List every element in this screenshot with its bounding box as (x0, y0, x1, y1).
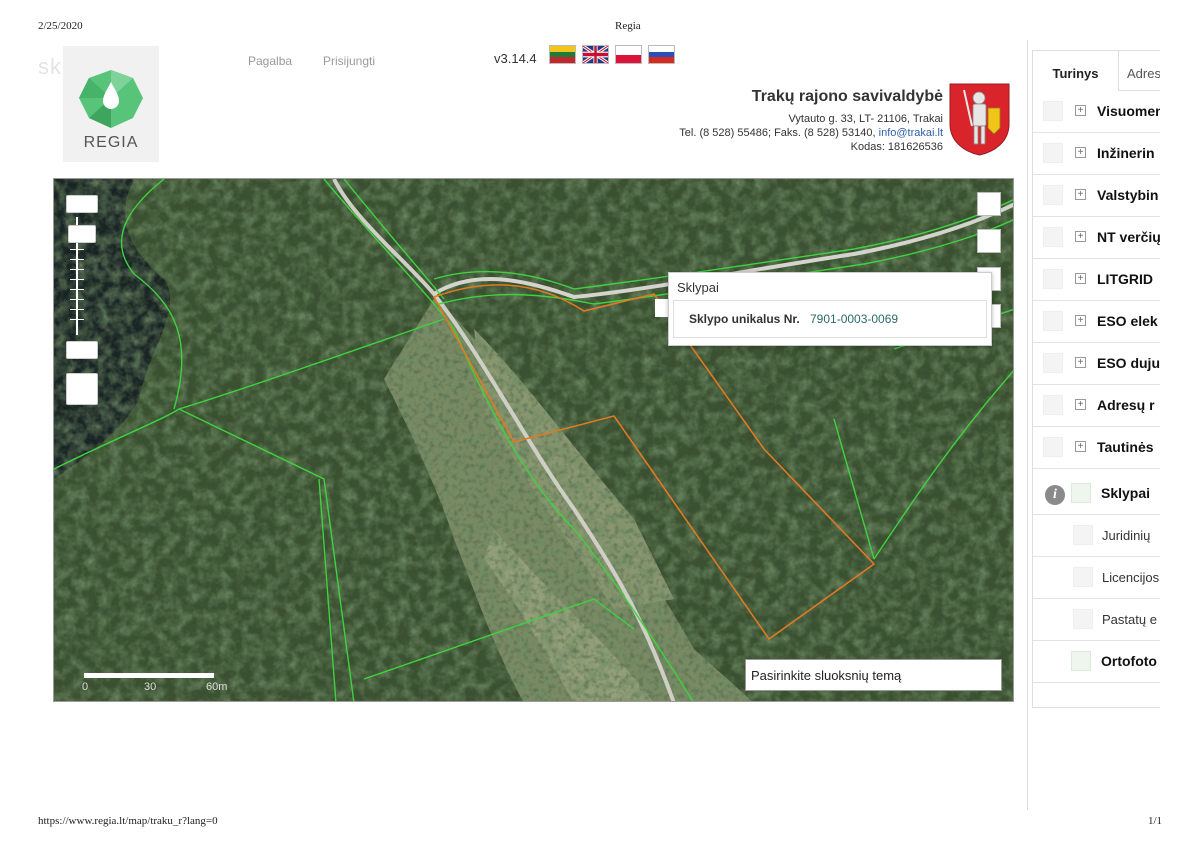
parcel-number-label: Sklypo unikalus Nr. (689, 312, 800, 326)
popup-title: Sklypai (677, 280, 719, 295)
org-contacts: Tel. (8 528) 55486; Faks. (8 528) 53140,… (679, 127, 943, 139)
layer-checkbox[interactable] (1043, 269, 1063, 289)
layer-row[interactable]: + Adresų r (1033, 385, 1160, 427)
layer-row[interactable]: + Visuomen (1033, 91, 1160, 133)
layer-checkbox[interactable] (1043, 353, 1063, 373)
print-title: Regia (615, 20, 641, 32)
layer-checkbox[interactable] (1043, 227, 1063, 247)
layer-row[interactable]: + NT verčių (1033, 217, 1160, 259)
zoom-slider-handle[interactable] (68, 225, 96, 243)
print-page-count: 1/1 (1148, 815, 1163, 827)
panel-divider (1027, 40, 1028, 810)
layer-checkbox[interactable] (1043, 437, 1063, 457)
zoom-out-button[interactable] (66, 341, 98, 359)
popup-pointer (655, 299, 669, 317)
org-email-link[interactable]: info@trakai.lt (879, 127, 943, 139)
layer-label: ESO duju (1097, 355, 1160, 371)
ru-flag-icon[interactable] (648, 45, 675, 64)
tab-addresses[interactable]: Adres (1119, 51, 1160, 91)
layer-row[interactable]: + ESO duju (1033, 343, 1160, 385)
expand-icon[interactable]: + (1075, 189, 1086, 200)
layer-label: Inžinerin (1097, 145, 1155, 161)
org-name: Trakų rajono savivaldybė (751, 88, 943, 105)
coat-of-arms-icon (948, 82, 1011, 156)
en-flag-icon[interactable] (582, 45, 609, 64)
sublayer-checkbox[interactable] (1073, 567, 1093, 587)
layer-row[interactable]: + ESO elek (1033, 301, 1160, 343)
print-date: 2/25/2020 (38, 20, 83, 32)
layer-checkbox[interactable] (1043, 185, 1063, 205)
pl-flag-icon[interactable] (615, 45, 642, 64)
layer-row[interactable]: + Inžinerin (1033, 133, 1160, 175)
layer-theme-select[interactable]: Pasirinkite sluoksnių temą (745, 659, 1002, 691)
layer-checkbox[interactable] (1043, 395, 1063, 415)
layer-row[interactable]: + Valstybin (1033, 175, 1160, 217)
popup-body: Sklypo unikalus Nr. 7901-0003-0069 (673, 300, 987, 338)
info-icon[interactable]: i (1045, 485, 1065, 505)
satellite-imagery (54, 179, 1013, 701)
layer-row-active[interactable]: i Sklypai (1033, 473, 1160, 515)
full-extent-button[interactable] (66, 373, 98, 405)
layer-label: Ortofoto (1101, 653, 1157, 669)
layer-label: ESO elek (1097, 313, 1158, 329)
sublayer-label: Licencijos (1102, 570, 1160, 585)
login-link[interactable]: Prisijungti (323, 54, 375, 68)
regia-logo-icon (79, 70, 143, 128)
layer-label: Visuomen (1097, 103, 1160, 119)
sublayer-label: Pastatų e (1102, 612, 1157, 627)
sublayer-row[interactable]: Pastatų e (1033, 599, 1160, 641)
sublayer-checkbox[interactable] (1073, 525, 1093, 545)
tab-contents[interactable]: Turinys (1033, 51, 1119, 91)
expand-icon[interactable]: + (1075, 399, 1086, 410)
sublayer-label: Juridinių (1102, 528, 1151, 543)
layer-row[interactable]: + Tautinės (1033, 427, 1160, 469)
layer-label: NT verčių (1097, 229, 1160, 245)
logo-text: REGIA (83, 134, 139, 151)
layer-label: Tautinės (1097, 439, 1154, 455)
scale-label-1: 30 (144, 681, 157, 693)
scale-label-0: 0 (82, 681, 89, 693)
layer-checkbox[interactable] (1043, 143, 1063, 163)
org-phones: Tel. (8 528) 55486; Faks. (8 528) 53140, (679, 127, 876, 139)
expand-icon[interactable]: + (1075, 105, 1086, 116)
layer-label: Sklypai (1101, 485, 1151, 501)
org-code: Kodas: 181626536 (850, 141, 943, 153)
layer-label: LITGRID (1097, 271, 1153, 287)
expand-icon[interactable]: + (1075, 273, 1086, 284)
layer-checkbox[interactable] (1071, 483, 1091, 503)
sublayer-checkbox[interactable] (1073, 609, 1093, 629)
help-link[interactable]: Pagalba (248, 54, 292, 68)
map-tool-button-1[interactable] (977, 192, 1001, 216)
expand-icon[interactable]: + (1075, 147, 1086, 158)
expand-icon[interactable]: + (1075, 231, 1086, 242)
expand-icon[interactable]: + (1075, 441, 1086, 452)
scale-label-2: 60m (206, 681, 228, 693)
sublayer-row[interactable]: Licencijos (1033, 557, 1160, 599)
layer-row[interactable]: + LITGRID (1033, 259, 1160, 301)
zoom-in-button[interactable] (66, 195, 98, 213)
layer-label: Valstybin (1097, 187, 1159, 203)
org-address: Vytauto g. 33, LT- 21106, Trakai (788, 113, 944, 125)
sublayer-row[interactable]: Juridinių (1033, 515, 1160, 557)
scale-bar (84, 673, 214, 678)
version-label: v3.14.4 (494, 51, 537, 66)
layer-checkbox[interactable] (1043, 101, 1063, 121)
print-url: https://www.regia.lt/map/traku_r?lang=0 (38, 815, 218, 827)
layer-label: Adresų r (1097, 397, 1155, 413)
layer-checkbox[interactable] (1071, 651, 1091, 671)
expand-icon[interactable]: + (1075, 315, 1086, 326)
lt-flag-icon[interactable] (549, 45, 576, 64)
expand-icon[interactable]: + (1075, 357, 1086, 368)
regia-logo[interactable]: REGIA (63, 46, 159, 162)
map-view[interactable]: Sklypai Sklypo unikalus Nr. 7901-0003-00… (53, 178, 1014, 702)
layer-checkbox[interactable] (1043, 311, 1063, 331)
parcel-popup: Sklypai Sklypo unikalus Nr. 7901-0003-00… (668, 272, 992, 346)
layers-panel: Turinys Adres + Visuomen + Inžinerin + V… (1032, 50, 1160, 708)
map-tool-button-2[interactable] (977, 229, 1001, 253)
parcel-number-value[interactable]: 7901-0003-0069 (810, 312, 898, 326)
layer-row[interactable]: Ortofoto (1033, 641, 1160, 683)
